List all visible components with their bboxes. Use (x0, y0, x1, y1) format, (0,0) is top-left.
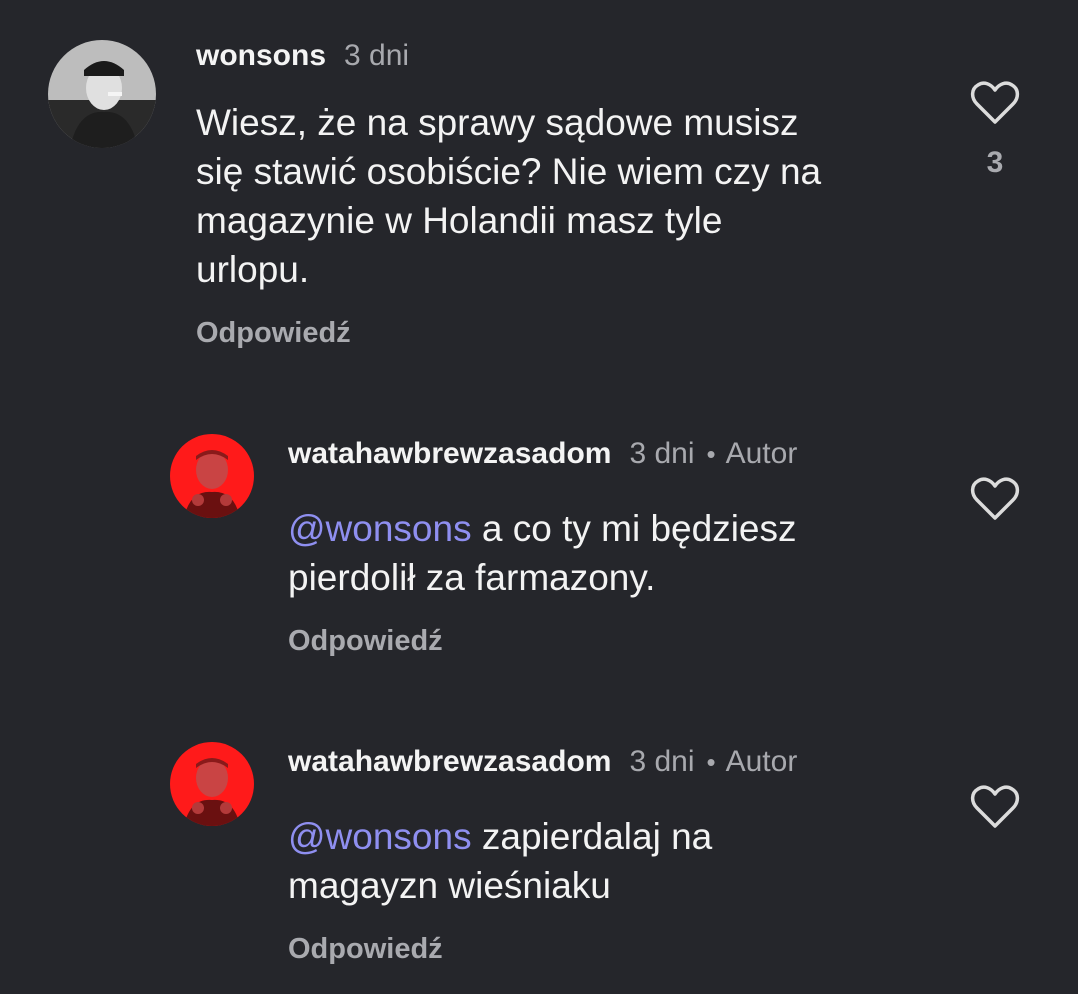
avatar[interactable] (170, 742, 254, 826)
heart-icon[interactable] (970, 784, 1020, 830)
mention-link[interactable]: @wonsons (288, 816, 472, 857)
author-badge: Autor (725, 745, 798, 778)
comment-reply-item: watahawbrewzasadom 3 dni • Autor @wonsons z… (0, 0, 1078, 994)
timestamp: 3 dni (629, 745, 695, 778)
reply-button[interactable]: Odpowiedź (288, 932, 443, 966)
username[interactable]: watahawbrewzasadom (288, 745, 611, 778)
comment-text-line: @wonsons zapierdalaj na (288, 812, 928, 861)
comment-text-line: magayzn wieśniaku (288, 865, 611, 906)
comment-header: watahawbrewzasadom 3 dni • Autor (288, 744, 797, 780)
comment-text: @wonsons zapierdalaj na magayzn wieśniak… (288, 812, 928, 910)
avatar-image (170, 742, 254, 826)
comment-text-segment: zapierdalaj na (471, 816, 713, 857)
separator-dot: • (706, 747, 716, 777)
